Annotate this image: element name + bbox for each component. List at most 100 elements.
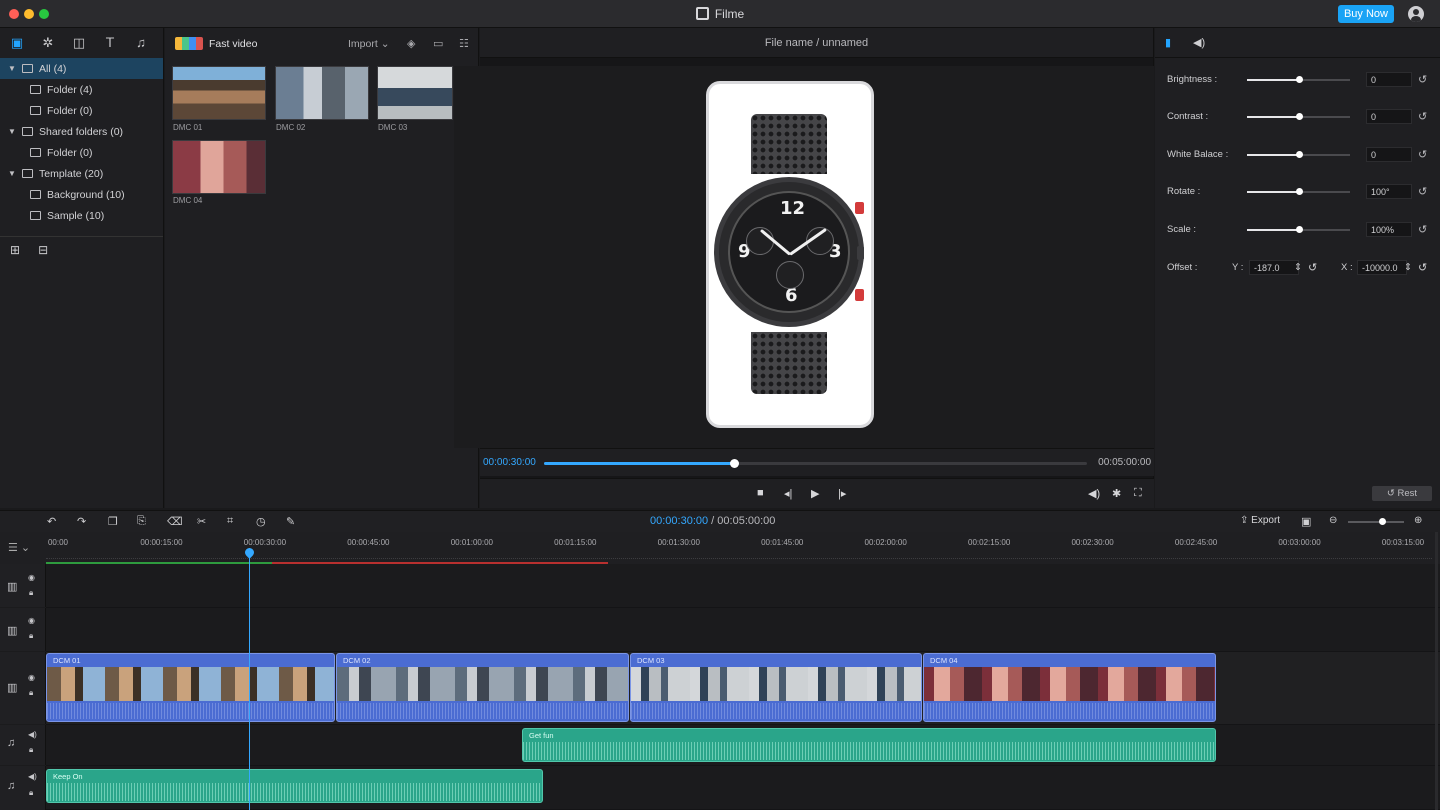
delete-icon[interactable]: ⌫	[167, 515, 183, 528]
zoom-in-icon[interactable]: ⊕	[1414, 515, 1422, 526]
property-slider[interactable]	[1247, 113, 1350, 120]
layers-icon[interactable]: ◈	[407, 37, 415, 50]
property-slider[interactable]	[1247, 76, 1350, 83]
effects-icon[interactable]: ✲	[41, 36, 55, 50]
library-tree-item[interactable]: ▼ Template (20)	[0, 163, 163, 184]
property-slider-handle[interactable]	[1295, 188, 1303, 195]
fast-video-icon[interactable]	[175, 37, 203, 50]
media-thumbnail[interactable]	[172, 66, 266, 120]
copy-icon[interactable]: ❐	[108, 515, 118, 528]
library-tree-item[interactable]: Folder (0)	[0, 100, 163, 121]
undo-icon[interactable]: ↶	[47, 515, 56, 528]
lock-icon[interactable]: 🔒︎	[29, 588, 33, 598]
preview-canvas[interactable]: 12 9 3 6	[454, 66, 1154, 448]
media-thumbnail[interactable]	[377, 66, 453, 120]
offset-x-stepper-icon[interactable]: ⇕	[1404, 262, 1412, 273]
property-slider-handle[interactable]	[1295, 151, 1303, 158]
folder-view-icon[interactable]: ▭	[433, 37, 443, 50]
speed-icon[interactable]: ◷	[256, 515, 266, 528]
import-dropdown[interactable]: Import ⌄	[348, 38, 390, 50]
library-tree-item[interactable]: Background (10)	[0, 184, 163, 205]
video-track-1[interactable]	[46, 608, 1440, 652]
snapshot-icon[interactable]: ▣	[1301, 515, 1311, 528]
audio-properties-tab-icon[interactable]: ◀)	[1193, 36, 1205, 49]
music-icon[interactable]: ♫	[134, 36, 148, 50]
fast-video-label[interactable]: Fast video	[209, 38, 257, 50]
property-slider-handle[interactable]	[1295, 76, 1303, 83]
library-tree-item[interactable]: ▼ Shared folders (0)	[0, 121, 163, 142]
split-icon[interactable]: ✂	[197, 515, 206, 528]
new-folder-icon[interactable]: ⊟	[38, 243, 48, 257]
zoom-out-icon[interactable]: ⊖	[1329, 515, 1337, 526]
property-reset-icon[interactable]: ↺	[1418, 148, 1427, 161]
stop-icon[interactable]: ■	[757, 487, 764, 499]
property-slider-handle[interactable]	[1295, 113, 1303, 120]
property-value-input[interactable]: 100°	[1366, 184, 1412, 199]
crop-icon[interactable]: ⌗	[227, 515, 233, 528]
video-clip[interactable]: DCM 02	[336, 653, 629, 722]
edit-icon[interactable]: ✎	[286, 515, 295, 528]
property-value-input[interactable]: 0	[1366, 72, 1412, 87]
expand-arrow-icon[interactable]: ▼	[8, 64, 18, 73]
property-value-input[interactable]: 0	[1366, 147, 1412, 162]
buy-now-button[interactable]: Buy Now	[1337, 5, 1394, 23]
paste-icon[interactable]: ⎘	[137, 515, 146, 528]
library-tree-item[interactable]: ▼ All (4)	[0, 58, 163, 79]
volume-icon[interactable]: ◀)	[1088, 487, 1100, 500]
video-clip[interactable]: DCM 03	[630, 653, 922, 722]
play-icon[interactable]: ▶	[811, 487, 819, 500]
property-slider[interactable]	[1247, 226, 1350, 233]
preview-progress-bar[interactable]	[544, 459, 1087, 468]
lock-icon[interactable]: 🔒︎	[29, 745, 33, 755]
expand-arrow-icon[interactable]: ▼	[8, 127, 18, 136]
reset-button[interactable]: ↺ Rest	[1372, 486, 1432, 501]
library-tree-item[interactable]: Sample (10)	[0, 205, 163, 226]
add-folder-icon[interactable]: ⊞	[10, 243, 20, 257]
offset-y-reset-icon[interactable]: ↺	[1308, 261, 1317, 274]
library-tree-item[interactable]: Folder (0)	[0, 142, 163, 163]
export-button[interactable]: ⇪ Export	[1240, 515, 1280, 526]
lock-icon[interactable]: 🔒︎	[29, 688, 33, 698]
redo-icon[interactable]: ↷	[77, 515, 86, 528]
media-icon[interactable]: ▣	[10, 36, 24, 50]
offset-x-input[interactable]: -10000.0	[1357, 260, 1407, 275]
transition-icon[interactable]: ◫	[72, 36, 86, 50]
visibility-eye-icon[interactable]: ◉	[28, 573, 35, 582]
visibility-eye-icon[interactable]: ◉	[28, 673, 35, 682]
property-value-input[interactable]: 100%	[1366, 222, 1412, 237]
property-reset-icon[interactable]: ↺	[1418, 185, 1427, 198]
video-track-2[interactable]	[46, 564, 1440, 608]
text-icon[interactable]: Ｔ	[103, 36, 117, 50]
property-reset-icon[interactable]: ↺	[1418, 223, 1427, 236]
expand-arrow-icon[interactable]: ▼	[8, 169, 18, 178]
media-thumbnail[interactable]	[172, 140, 266, 194]
track-menu-icon[interactable]: ☰ ⌄	[8, 541, 30, 554]
settings-gear-icon[interactable]: ✱	[1112, 487, 1121, 500]
timeline-scrollbar[interactable]	[1435, 532, 1438, 810]
preview-progress-handle[interactable]	[730, 459, 740, 468]
zoom-slider-handle[interactable]	[1378, 518, 1386, 525]
offset-y-input[interactable]: -187.0	[1249, 260, 1299, 275]
audio-clip[interactable]: Keep On	[46, 769, 543, 803]
account-avatar-icon[interactable]	[1408, 6, 1424, 22]
property-reset-icon[interactable]: ↺	[1418, 73, 1427, 86]
time-ruler[interactable]: ☰ ⌄ 00:00 00:00:15:00 00:00:30:00 00:00:45:…	[0, 532, 1440, 564]
library-tree-item[interactable]: Folder (4)	[0, 79, 163, 100]
property-slider[interactable]	[1247, 151, 1350, 158]
playhead[interactable]	[243, 546, 256, 810]
volume-icon[interactable]: ◀)	[28, 730, 37, 739]
property-value-input[interactable]: 0	[1366, 109, 1412, 124]
offset-y-stepper-icon[interactable]: ⇕	[1294, 262, 1302, 273]
property-slider-handle[interactable]	[1295, 226, 1303, 233]
video-properties-tab-icon[interactable]: ▮	[1165, 36, 1171, 49]
property-reset-icon[interactable]: ↺	[1418, 110, 1427, 123]
step-forward-icon[interactable]: |▸	[838, 487, 846, 500]
media-thumbnail[interactable]	[275, 66, 369, 120]
property-slider[interactable]	[1247, 188, 1350, 195]
video-clip[interactable]: DCM 01	[46, 653, 335, 722]
fullscreen-icon[interactable]: ⛶	[1134, 487, 1142, 500]
sort-icon[interactable]: ☷	[459, 37, 469, 50]
video-clip[interactable]: DCM 04	[923, 653, 1216, 722]
lock-icon[interactable]: 🔒︎	[29, 631, 33, 641]
lock-icon[interactable]: 🔒︎	[29, 788, 33, 798]
